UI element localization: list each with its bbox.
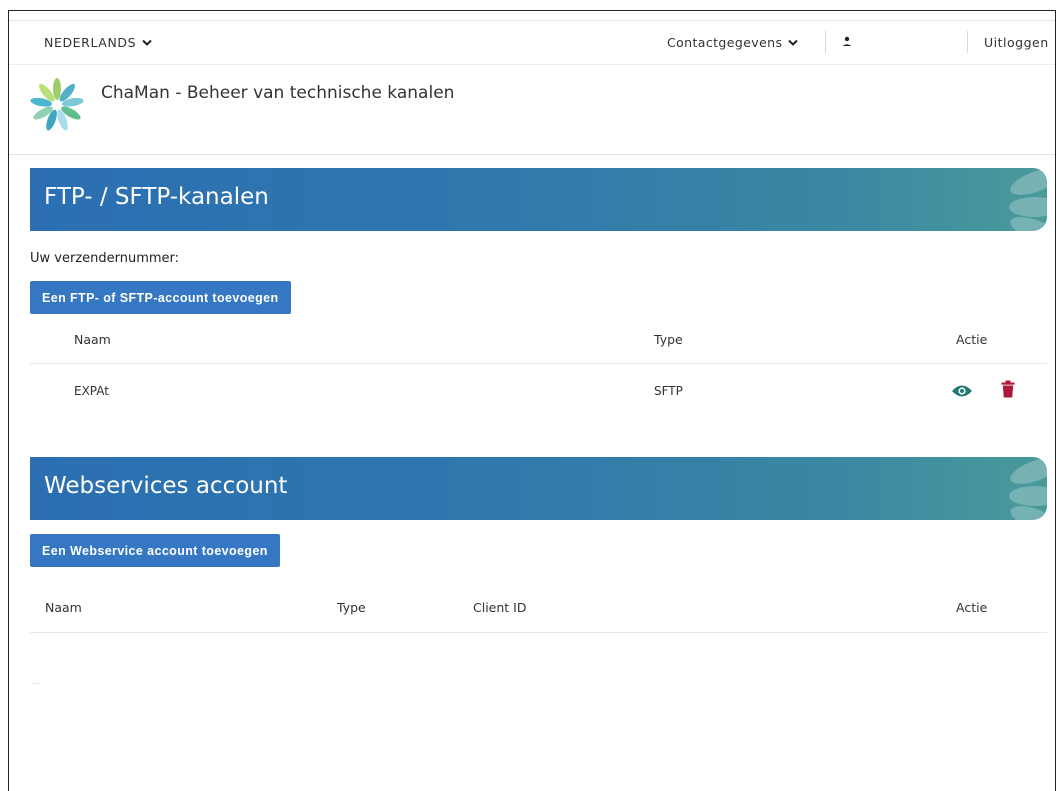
app-title: ChaMan - Beheer van technische kanalen <box>101 83 455 103</box>
ftp-row-type: SFTP <box>654 384 683 398</box>
page-frame: NEDERLANDS Contactgegevens Uitloggen Cha <box>8 10 1056 791</box>
chevron-down-icon <box>788 39 799 46</box>
topbar-separator <box>967 31 968 53</box>
ftp-table-header-divider <box>30 363 1047 364</box>
user-icon[interactable] <box>839 34 855 50</box>
ws-table-header-divider <box>30 632 1047 633</box>
webservices-section-banner: Webservices account <box>30 457 1047 520</box>
ftp-col-type: Type <box>654 332 683 347</box>
sender-number-label: Uw verzendernummer: <box>30 251 180 266</box>
ftp-col-name: Naam <box>74 332 111 347</box>
language-selector[interactable]: NEDERLANDS <box>44 35 152 50</box>
chevron-down-icon <box>142 39 152 46</box>
flower-logo-icon <box>30 78 84 131</box>
ws-col-type: Type <box>337 600 366 615</box>
empty-table-marker <box>31 683 39 684</box>
topbar-separator <box>825 31 826 53</box>
add-webservice-account-button[interactable]: Een Webservice account toevoegen <box>30 534 280 567</box>
trash-icon[interactable] <box>1001 380 1015 398</box>
ftp-col-action: Actie <box>956 332 988 347</box>
eye-icon[interactable] <box>951 383 973 399</box>
leaf-decoration-icon <box>1009 169 1047 231</box>
ws-col-action: Actie <box>956 600 988 615</box>
ftp-row-name: EXPAt <box>74 384 109 398</box>
add-ftp-account-button[interactable]: Een FTP- of SFTP-account toevoegen <box>30 281 291 314</box>
ws-col-client-id: Client ID <box>473 600 527 615</box>
language-label: NEDERLANDS <box>44 35 137 50</box>
logout-link[interactable]: Uitloggen <box>984 35 1049 50</box>
webservices-section-title: Webservices account <box>44 473 288 499</box>
top-bar: NEDERLANDS Contactgegevens Uitloggen <box>9 21 1055 65</box>
contact-menu[interactable]: Contactgegevens <box>667 35 799 50</box>
leaf-decoration-icon <box>1009 458 1047 520</box>
ws-col-name: Naam <box>45 600 82 615</box>
ftp-section-title: FTP- / SFTP-kanalen <box>44 184 269 210</box>
app-header: ChaMan - Beheer van technische kanalen <box>9 65 1055 155</box>
contact-label: Contactgegevens <box>667 35 783 50</box>
ftp-section-banner: FTP- / SFTP-kanalen <box>30 168 1047 231</box>
